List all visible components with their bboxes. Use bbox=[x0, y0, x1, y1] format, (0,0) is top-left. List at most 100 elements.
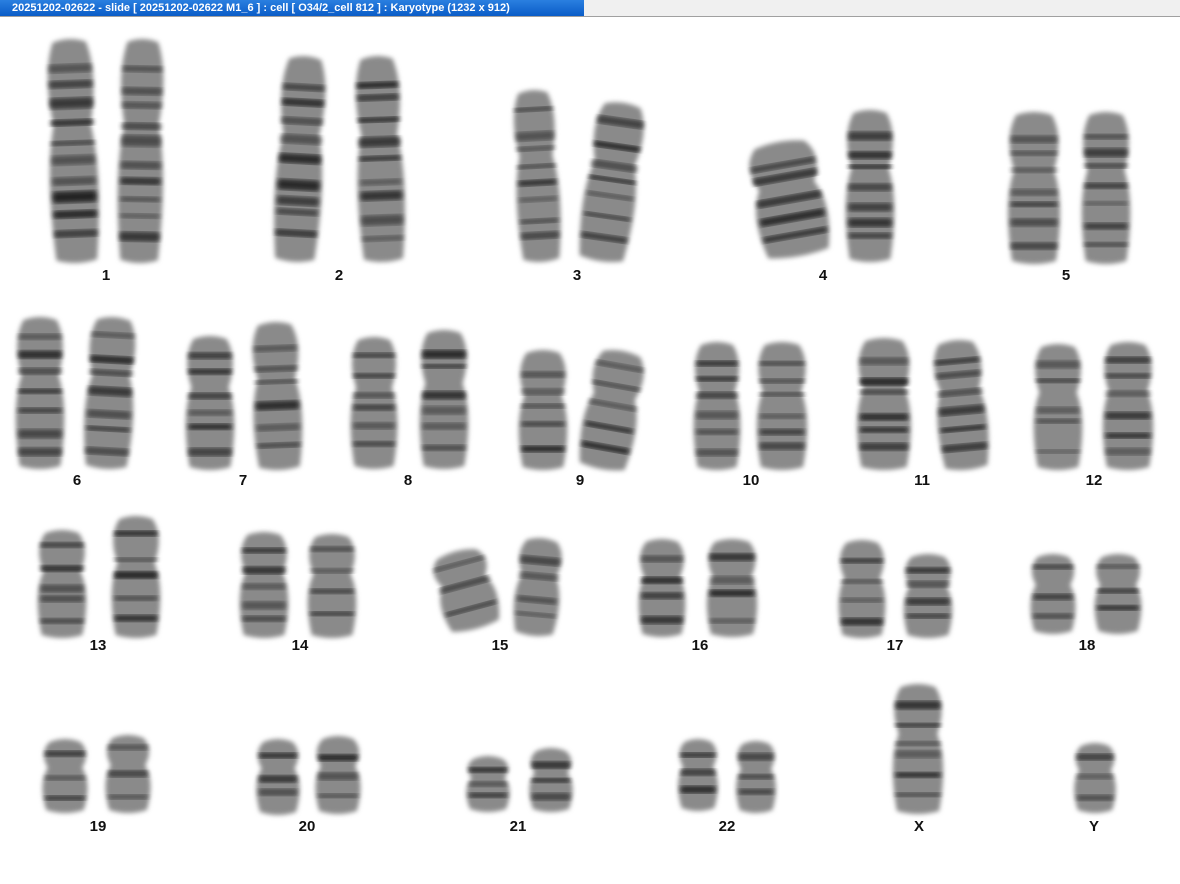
g-band bbox=[48, 79, 93, 89]
chromosome-8-b[interactable] bbox=[419, 330, 469, 469]
g-band bbox=[848, 164, 892, 169]
g-band bbox=[40, 595, 84, 603]
g-band bbox=[641, 616, 683, 624]
chromosome-label-5: 5 bbox=[1061, 267, 1071, 284]
g-band bbox=[895, 741, 941, 746]
chromosome-label-1: 1 bbox=[101, 267, 111, 284]
chromosome-10-a[interactable] bbox=[693, 342, 741, 470]
chromosome-1-a[interactable] bbox=[45, 38, 101, 264]
chromosome-12-a[interactable] bbox=[1033, 344, 1083, 470]
g-band bbox=[1084, 182, 1128, 189]
chromosome-12-b[interactable] bbox=[1102, 342, 1154, 470]
chromosome-14-b[interactable] bbox=[307, 534, 357, 638]
chromosome-19-b[interactable] bbox=[105, 735, 151, 813]
g-band bbox=[848, 151, 892, 159]
chromosome-11-a[interactable] bbox=[857, 338, 911, 470]
chromosome-3-b[interactable] bbox=[575, 99, 649, 265]
chromosome-13-a[interactable] bbox=[37, 530, 87, 638]
g-band bbox=[422, 391, 466, 400]
chromosome-label-16: 16 bbox=[691, 637, 709, 654]
g-band bbox=[353, 352, 395, 358]
chromosome-21-a[interactable] bbox=[466, 756, 510, 812]
g-band bbox=[1105, 356, 1151, 364]
chromosome-2-b[interactable] bbox=[353, 55, 407, 263]
chromosome-8-a[interactable] bbox=[350, 337, 398, 469]
g-band bbox=[848, 218, 892, 227]
g-band bbox=[358, 136, 401, 148]
g-band bbox=[906, 597, 950, 606]
chromosome-11-b[interactable] bbox=[930, 338, 991, 472]
chromosome-9-a[interactable] bbox=[518, 350, 568, 470]
chromosome-label-19: 19 bbox=[89, 818, 107, 835]
chromosome-4-a[interactable] bbox=[744, 136, 834, 263]
g-band bbox=[317, 772, 359, 781]
chromosome-5-a[interactable] bbox=[1007, 112, 1061, 264]
g-band bbox=[51, 154, 96, 166]
g-band bbox=[1084, 163, 1128, 169]
window-title: 20251202-02622 - slide [ 20251202-02622 … bbox=[12, 2, 510, 14]
g-band bbox=[1084, 242, 1128, 247]
chromosome-10-b[interactable] bbox=[756, 342, 808, 470]
chromosome-4-b[interactable] bbox=[845, 110, 895, 262]
g-band bbox=[119, 196, 161, 203]
active-title-region[interactable]: 20251202-02622 - slide [ 20251202-02622 … bbox=[0, 0, 584, 16]
g-band bbox=[1084, 134, 1128, 140]
chromosome-7-a[interactable] bbox=[185, 336, 235, 470]
chromosome-17-b[interactable] bbox=[903, 554, 953, 638]
g-band bbox=[531, 778, 571, 783]
chromosome-X-a[interactable] bbox=[892, 684, 944, 814]
chromosome-5-b[interactable] bbox=[1081, 112, 1131, 264]
g-band bbox=[40, 584, 84, 593]
g-band bbox=[1010, 150, 1058, 156]
chromosome-16-b[interactable] bbox=[706, 539, 758, 637]
g-band bbox=[859, 377, 909, 386]
g-band bbox=[258, 788, 298, 796]
g-band bbox=[841, 597, 883, 603]
window-titlebar[interactable]: 20251202-02622 - slide [ 20251202-02622 … bbox=[0, 0, 1180, 17]
chromosome-9-b[interactable] bbox=[575, 346, 649, 474]
chromosome-18-a[interactable] bbox=[1030, 554, 1076, 634]
chromosome-6-a[interactable] bbox=[15, 317, 65, 469]
chromosome-15-a[interactable] bbox=[428, 544, 504, 636]
chromosome-15-b[interactable] bbox=[511, 536, 564, 638]
chromosome-2-a[interactable] bbox=[271, 55, 329, 263]
chromosome-18-b[interactable] bbox=[1094, 554, 1142, 634]
karyotype-image bbox=[15, 38, 1154, 815]
g-band bbox=[114, 595, 158, 601]
g-band bbox=[848, 131, 892, 141]
g-band bbox=[107, 770, 149, 777]
g-band bbox=[242, 566, 286, 574]
karyotype-canvas[interactable]: 1 2 3 4 5 6 7 8 9 10 11 12 13 14 15 16 17 18 19 20 21 22 X Y bbox=[0, 17, 1180, 884]
g-band bbox=[1036, 406, 1080, 414]
chromosome-17-a[interactable] bbox=[838, 540, 886, 638]
g-band bbox=[18, 333, 62, 340]
chromosome-Y-a[interactable] bbox=[1074, 743, 1116, 813]
g-band bbox=[1105, 433, 1151, 439]
chromosome-1-b[interactable] bbox=[117, 39, 166, 264]
chromosome-6-b[interactable] bbox=[82, 316, 138, 470]
chromosome-22-a[interactable] bbox=[678, 739, 718, 811]
g-band bbox=[121, 122, 162, 130]
g-band bbox=[895, 750, 941, 758]
g-band bbox=[188, 447, 232, 457]
chromosome-label-4: 4 bbox=[818, 267, 828, 284]
chromosome-13-b[interactable] bbox=[111, 516, 161, 638]
chromosome-22-b[interactable] bbox=[736, 741, 776, 813]
g-band bbox=[18, 367, 62, 375]
g-band bbox=[1105, 373, 1151, 379]
chromosome-20-b[interactable] bbox=[315, 736, 361, 814]
g-band bbox=[242, 547, 286, 554]
chromosome-20-a[interactable] bbox=[256, 739, 300, 815]
chromosome-21-b[interactable] bbox=[529, 748, 573, 812]
g-band bbox=[1036, 418, 1080, 424]
chromosome-7-b[interactable] bbox=[250, 321, 304, 471]
g-band bbox=[310, 546, 354, 552]
chromosome-16-a[interactable] bbox=[638, 539, 686, 637]
chromosome-19-a[interactable] bbox=[42, 739, 88, 813]
g-band bbox=[422, 406, 466, 415]
chromosome-label-20: 20 bbox=[298, 818, 316, 835]
chromosome-14-a[interactable] bbox=[239, 532, 289, 638]
chromosome-3-a[interactable] bbox=[511, 89, 563, 263]
g-band bbox=[641, 592, 683, 600]
g-band bbox=[1010, 189, 1058, 196]
